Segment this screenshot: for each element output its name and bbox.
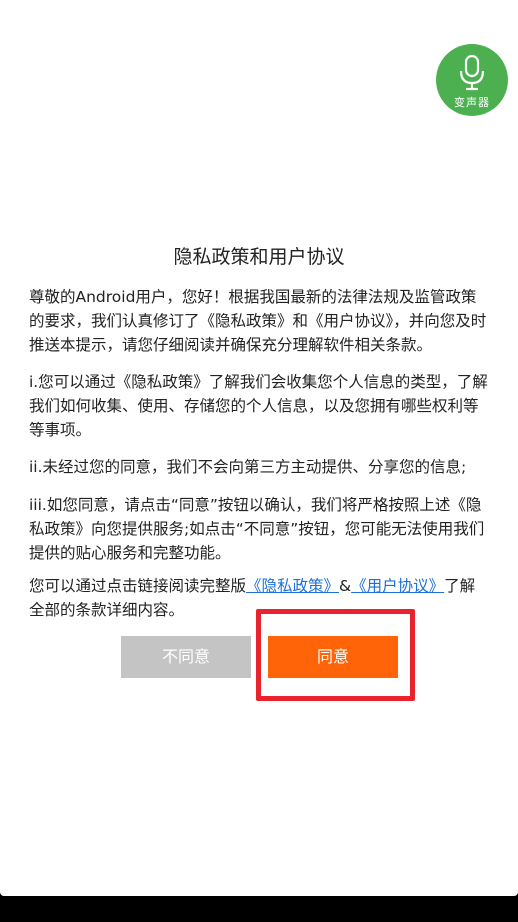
intro-paragraph: 尊敬的Android用户，您好！根据我国最新的法律法规及监管政策的要求，我们认真… (29, 288, 487, 354)
microphone-icon (459, 54, 485, 91)
item-i-paragraph: i.您可以通过《隐私政策》了解我们会收集您个人信息的类型，了解我们如何收集、使用… (29, 373, 488, 439)
footer-prefix: 您可以通过点击链接阅读完整版 (29, 577, 247, 595)
voice-changer-logo: 变声器 (436, 44, 508, 116)
link-separator: & (339, 577, 352, 595)
footer-paragraph: 您可以通过点击链接阅读完整版《隐私政策》&《用户协议》了解全部的条款详细内容。 (29, 574, 489, 622)
item-iii-paragraph: iii.如您同意，请点击“同意”按钮以确认，我们将严格按照上述《隐私政策》向您提… (29, 496, 485, 562)
privacy-policy-link[interactable]: 《隐私政策》 (246, 577, 339, 595)
user-agreement-link[interactable]: 《用户协议》 (351, 577, 444, 595)
item-ii-paragraph: ii.未经过您的同意，我们不会向第三方主动提供、分享您的信息; (29, 458, 467, 476)
privacy-dialog: 变声器 隐私政策和用户协议 尊敬的Android用户，您好！根据我国最新的法律法… (0, 0, 518, 896)
dialog-title: 隐私政策和用户协议 (173, 246, 345, 268)
agree-button[interactable]: 同意 (268, 636, 398, 678)
disagree-button[interactable]: 不同意 (121, 636, 251, 678)
logo-text: 变声器 (454, 96, 490, 109)
screen: 变声器 隐私政策和用户协议 尊敬的Android用户，您好！根据我国最新的法律法… (0, 0, 518, 922)
